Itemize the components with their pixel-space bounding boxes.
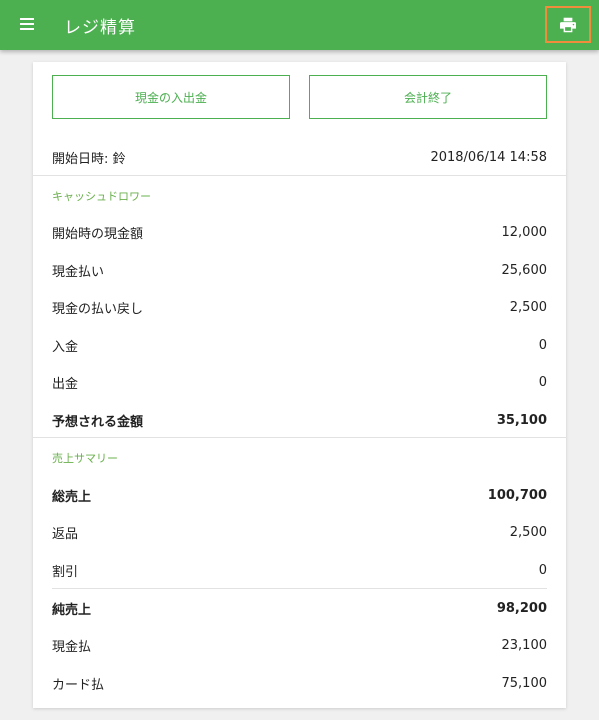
divider: [33, 175, 566, 176]
session-label: 開始日時: 鈴: [52, 151, 126, 167]
sales-summary-heading: 売上サマリー: [52, 452, 118, 465]
session-row: 開始日時: 鈴 2018/06/14 14:58: [52, 147, 547, 167]
row-label: 純売上: [52, 602, 92, 618]
row-value: 100,700: [487, 487, 547, 503]
list-item: 出金 0: [52, 372, 547, 392]
list-item: 返品 2,500: [52, 522, 547, 542]
list-item: 入金 0: [52, 335, 547, 355]
row-value: 75,100: [501, 675, 548, 691]
page-title: レジ精算: [64, 18, 136, 38]
expected-amount-row: 予想される金額 35,100: [52, 410, 547, 430]
list-item: 現金の払い戻し 2,500: [52, 297, 547, 317]
row-value: 12,000: [501, 224, 548, 240]
row-value: 25,600: [501, 262, 548, 278]
close-register-button[interactable]: 会計終了: [309, 75, 547, 119]
row-label: 予想される金額: [52, 414, 144, 430]
cash-in-out-button[interactable]: 現金の入出金: [52, 75, 290, 119]
session-datetime: 2018/06/14 14:58: [430, 149, 547, 165]
cash-drawer-heading: キャッシュドロワー: [52, 190, 151, 203]
row-value: 0: [538, 374, 547, 390]
row-value: 0: [538, 562, 547, 578]
row-label: 総売上: [52, 489, 92, 505]
row-value: 2,500: [509, 524, 547, 540]
register-card: 現金の入出金 会計終了 開始日時: 鈴 2018/06/14 14:58 キャッ…: [33, 62, 566, 708]
row-label: 返品: [52, 526, 79, 542]
app-bar: レジ精算: [0, 0, 599, 50]
gross-sales-row: 総売上 100,700: [52, 485, 547, 505]
row-value: 2,500: [509, 299, 547, 315]
row-label: 出金: [52, 376, 79, 392]
list-item: 現金払 23,100: [52, 635, 547, 655]
row-value: 35,100: [496, 412, 547, 428]
net-sales-row: 純売上 98,200: [52, 598, 547, 618]
row-label: 現金の払い戻し: [52, 301, 144, 317]
print-icon: [560, 17, 576, 32]
row-value: 98,200: [496, 600, 547, 616]
divider: [33, 437, 566, 438]
row-label: 開始時の現金額: [52, 226, 144, 242]
row-label: 現金払い: [52, 264, 105, 280]
list-item: 割引 0: [52, 560, 547, 580]
row-label: 入金: [52, 339, 79, 355]
list-item: カード払 75,100: [52, 673, 547, 693]
divider: [52, 588, 547, 589]
row-value: 23,100: [501, 637, 548, 653]
row-label: カード払: [52, 677, 105, 693]
list-item: 現金払い 25,600: [52, 260, 547, 280]
menu-icon[interactable]: [18, 15, 38, 35]
row-label: 割引: [52, 564, 79, 580]
print-button[interactable]: [545, 6, 591, 43]
row-value: 0: [538, 337, 547, 353]
row-label: 現金払: [52, 639, 92, 655]
list-item: 開始時の現金額 12,000: [52, 222, 547, 242]
